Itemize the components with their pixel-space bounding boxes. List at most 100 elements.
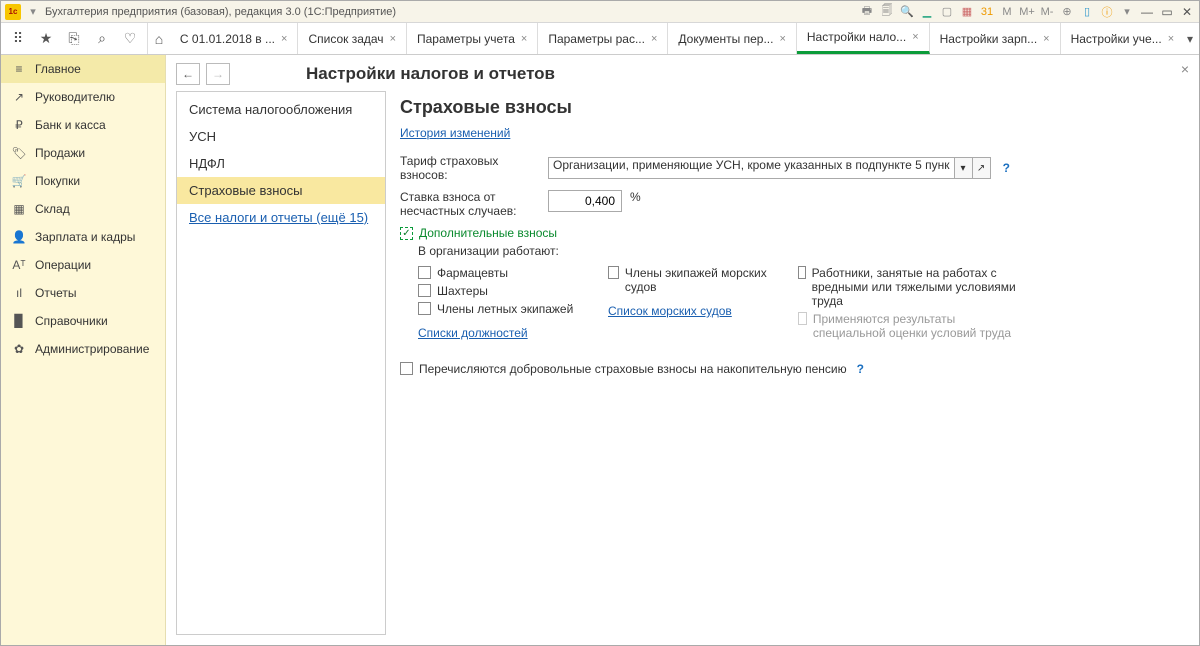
zoom-icon[interactable]: ⊕ xyxy=(1059,4,1075,20)
accident-rate-input[interactable] xyxy=(548,190,622,212)
content: × ← → Настройки налогов и отчетов Систем… xyxy=(166,55,1199,645)
ruble-icon: ₽ xyxy=(11,118,27,132)
book-icon: ▉ xyxy=(11,314,27,328)
info-icon[interactable]: ⓘ xyxy=(1099,4,1115,20)
sidebar-item-warehouse[interactable]: ▦Склад xyxy=(1,195,165,223)
maximize-button[interactable]: ▭ xyxy=(1159,4,1175,20)
help-icon[interactable]: ? xyxy=(1003,161,1010,175)
form-heading: Страховые взносы xyxy=(400,97,1175,118)
tab-documents[interactable]: Документы пер...× xyxy=(668,23,796,54)
operations-icon: Aᵀ xyxy=(11,258,27,272)
special-assessment-label: Применяются результаты специальной оценк… xyxy=(813,312,1028,340)
sidebar-item-main[interactable]: ≡Главное xyxy=(1,55,165,83)
app-window: 1c ▾ Бухгалтерия предприятия (базовая), … xyxy=(0,0,1200,646)
close-icon[interactable]: × xyxy=(390,33,396,45)
sidebar-item-label: Администрирование xyxy=(35,342,149,356)
voluntary-checkbox[interactable] xyxy=(400,362,413,375)
close-icon[interactable]: × xyxy=(1168,33,1174,45)
minimize-button[interactable]: — xyxy=(1139,4,1155,20)
calendar-icon[interactable]: 31 xyxy=(979,4,995,20)
grid-icon[interactable]: ▦ xyxy=(959,4,975,20)
close-icon[interactable]: × xyxy=(281,33,287,45)
tree-item-insurance[interactable]: Страховые взносы xyxy=(177,177,385,204)
tariff-open-button[interactable]: ↗ xyxy=(973,157,991,179)
sidebar-item-label: Покупки xyxy=(35,174,80,188)
flight-crew-checkbox[interactable] xyxy=(418,302,431,315)
sidebar-item-sales[interactable]: 🏷Продажи xyxy=(1,139,165,167)
clipboard-icon[interactable]: ⎘ xyxy=(65,30,83,48)
star-icon[interactable]: ★ xyxy=(37,30,55,48)
chart-icon[interactable]: ▁ xyxy=(919,4,935,20)
org-work-label: В организации работают: xyxy=(418,244,1175,258)
tab-tasks[interactable]: Список задач× xyxy=(298,23,407,54)
tree-item-tax-system[interactable]: Система налогообложения xyxy=(177,96,385,123)
pharmacists-checkbox[interactable] xyxy=(418,266,431,279)
tab-calc-params[interactable]: Параметры рас...× xyxy=(538,23,668,54)
close-icon[interactable]: × xyxy=(1043,33,1049,45)
miners-label: Шахтеры xyxy=(437,284,488,298)
help-icon[interactable]: ? xyxy=(857,362,864,376)
positions-list-link[interactable]: Списки должностей xyxy=(418,326,528,340)
home-button[interactable]: ⌂ xyxy=(148,23,170,54)
gear-icon: ✿ xyxy=(11,342,27,356)
sea-vessels-link[interactable]: Список морских судов xyxy=(608,304,732,318)
close-icon[interactable]: × xyxy=(521,33,527,45)
bell-icon[interactable]: ♡ xyxy=(121,30,139,48)
search2-icon[interactable]: 🔍 xyxy=(899,4,915,20)
apps-icon[interactable]: ⠿ xyxy=(9,30,27,48)
close-icon[interactable]: × xyxy=(779,33,785,45)
tab-accounting-params[interactable]: Параметры учета× xyxy=(407,23,538,54)
tab-tax-settings[interactable]: Настройки нало...× xyxy=(797,23,930,54)
tariff-dropdown-button[interactable]: ▾ xyxy=(955,157,973,179)
mplus-icon[interactable]: M+ xyxy=(1019,4,1035,20)
sidebar-item-directories[interactable]: ▉ Справочники xyxy=(1,307,165,335)
page-close-button[interactable]: × xyxy=(1181,61,1189,77)
sidebar-item-admin[interactable]: ✿ Администрирование xyxy=(1,335,165,363)
printer2-icon[interactable]: 🗐 xyxy=(879,4,895,20)
close-button[interactable]: ✕ xyxy=(1179,4,1195,20)
tabs: С 01.01.2018 в ...× Список задач× Параме… xyxy=(170,23,1181,54)
tab-salary-settings[interactable]: Настройки зарп...× xyxy=(930,23,1061,54)
window-title: Бухгалтерия предприятия (базовая), редак… xyxy=(45,6,396,18)
mminus-icon[interactable]: M- xyxy=(1039,4,1055,20)
more-tabs-button[interactable]: ▾ xyxy=(1181,23,1199,54)
close-icon[interactable]: × xyxy=(651,33,657,45)
sidebar-item-manager[interactable]: ↗Руководителю xyxy=(1,83,165,111)
back-button[interactable]: ← xyxy=(176,63,200,85)
sidebar-item-label: Главное xyxy=(35,62,81,76)
tariff-select[interactable]: Организации, применяющие УСН, кроме указ… xyxy=(548,157,955,179)
sidebar-item-label: Отчеты xyxy=(35,286,76,300)
close-icon[interactable]: × xyxy=(912,31,918,43)
print-icon[interactable]: 🖶 xyxy=(859,4,875,20)
app-logo-icon: 1c xyxy=(5,4,21,20)
sidebar-item-label: Справочники xyxy=(35,314,108,328)
sidebar-item-purchases[interactable]: 🛒Покупки xyxy=(1,167,165,195)
m-icon[interactable]: M xyxy=(999,4,1015,20)
forward-button[interactable]: → xyxy=(206,63,230,85)
search-icon[interactable]: ⌕ xyxy=(93,30,111,48)
tab-accounting-settings[interactable]: Настройки уче...× xyxy=(1061,23,1181,54)
additional-contrib-label: Дополнительные взносы xyxy=(419,226,557,240)
tree-item-usn[interactable]: УСН xyxy=(177,123,385,150)
sidebar-item-bank[interactable]: ₽Банк и касса xyxy=(1,111,165,139)
hazard-workers-checkbox[interactable] xyxy=(798,266,806,279)
sea-crew-checkbox[interactable] xyxy=(608,266,619,279)
sidebar-item-label: Руководителю xyxy=(35,90,115,104)
tag-icon: 🏷 xyxy=(11,146,27,160)
titlebar-tools: 🖶 🗐 🔍 ▁ ▢ ▦ 31 M M+ M- ⊕ ▯ ⓘ ▾ — ▭ ✕ xyxy=(859,4,1195,20)
panel-icon[interactable]: ▯ xyxy=(1079,4,1095,20)
sidebar-item-reports[interactable]: ıl Отчеты xyxy=(1,279,165,307)
doc-icon[interactable]: ▢ xyxy=(939,4,955,20)
miners-checkbox[interactable] xyxy=(418,284,431,297)
sidebar-item-salary[interactable]: 👤Зарплата и кадры xyxy=(1,223,165,251)
tree-item-ndfl[interactable]: НДФЛ xyxy=(177,150,385,177)
sea-crew-label: Члены экипажей морских судов xyxy=(625,266,768,294)
tab-date[interactable]: С 01.01.2018 в ...× xyxy=(170,23,299,54)
tree-more-link[interactable]: Все налоги и отчеты (ещё 15) xyxy=(177,204,385,231)
dropdown-icon[interactable]: ▾ xyxy=(25,4,41,20)
additional-contrib-checkbox[interactable] xyxy=(400,227,413,240)
sidebar-item-operations[interactable]: AᵀОперации xyxy=(1,251,165,279)
info-drop-icon[interactable]: ▾ xyxy=(1119,4,1135,20)
history-link[interactable]: История изменений xyxy=(400,126,510,140)
bars-icon: ıl xyxy=(11,286,27,300)
